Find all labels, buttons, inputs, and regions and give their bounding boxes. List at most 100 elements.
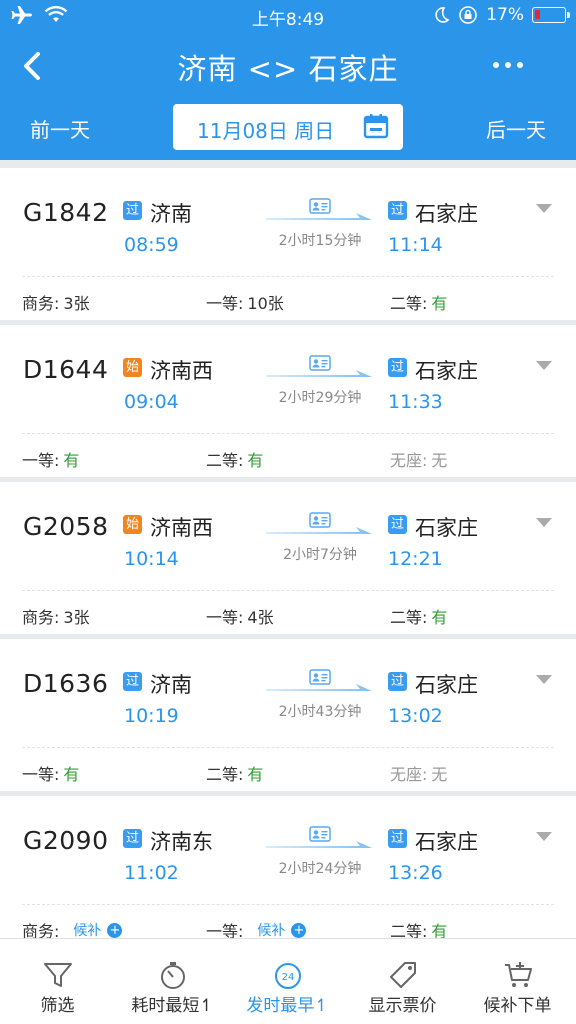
seat-class: 无座: [390,765,428,784]
from-station: 济南东 [150,830,213,854]
id-card-icon [309,669,331,685]
seat-count: 有 [431,608,448,627]
to-station-badge: 过 [388,672,407,691]
seat-count[interactable]: 候补 [257,920,285,940]
date-bar: 前一天 11月08日 周日 后一天 [0,100,576,156]
svg-text:24: 24 [282,972,295,983]
clock-24-icon: 24 [275,963,301,989]
route-arrow-icon [266,684,372,691]
train-number: G2058 [23,512,109,541]
seat-class: 商务: [22,608,60,627]
seat-availability: 二等: 有 [206,761,263,785]
nav-bar: 济南 <> 石家庄 [0,36,576,96]
calendar-icon [363,114,389,139]
rotation-lock-icon [459,6,478,24]
waitlist-plus-icon[interactable]: + [291,922,307,938]
seat-count: 3张 [63,608,90,627]
route-arrow-icon [266,527,372,534]
train-number: D1636 [23,669,109,698]
price-tag-icon [390,962,416,988]
divider [22,276,554,277]
status-bar: 上午8:49 17% [0,0,576,32]
tab-item[interactable]: 24 发时最早↿ [230,939,345,1024]
expand-caret-icon[interactable] [536,204,552,213]
expand-caret-icon[interactable] [536,518,552,527]
seat-count: 有 [247,765,264,784]
to-station-badge: 过 [388,829,407,848]
seat-count: 无 [431,765,448,784]
to-station: 石家庄 [415,673,478,697]
arrival-time: 13:26 [388,862,443,884]
from-station-badge: 过 [123,672,142,691]
moon-icon [435,7,450,23]
to-station-badge: 过 [388,358,407,377]
tab-item[interactable]: 耗时最短↿ [115,939,230,1024]
seat-count: 有 [63,451,80,470]
next-day-button[interactable]: 后一天 [486,114,546,143]
status-right: 17% [434,5,570,25]
battery-level [535,10,540,19]
seat-availability: 一等: 有 [22,761,79,785]
divider [22,747,554,748]
id-card-icon [309,355,331,371]
seat-class: 无座: [390,451,428,470]
more-icon[interactable] [490,50,526,80]
divider [22,590,554,591]
seat-availability: 二等: 有 [390,290,447,314]
date-picker[interactable]: 11月08日 周日 [173,104,403,150]
from-station: 济南西 [150,516,213,540]
seat-availability: 无座: 无 [390,447,447,471]
departure-time: 10:19 [124,705,179,727]
train-card[interactable]: G1842 过济南 08:59 2小时15分钟过石家庄 11:14 商务: 3张 一等: 10张… [0,168,576,320]
arrival-time: 11:14 [388,234,443,256]
seat-count[interactable]: 候补 [73,920,101,940]
tab-item[interactable]: 显示票价 [345,939,460,1024]
battery-percent: 17% [486,5,524,25]
train-card[interactable]: G2058 始济南西 10:14 2小时7分钟 过石家庄 12:21 商务: 3张 一等: 4张 二… [0,482,576,634]
expand-caret-icon[interactable] [536,832,552,841]
seat-availability: 无座: 无 [390,761,447,785]
from-station-badge: 过 [123,829,142,848]
to-station-badge: 过 [388,515,407,534]
tab-label: 发时最早↿ [246,996,329,1016]
seat-class: 二等: [206,451,244,470]
expand-caret-icon[interactable] [536,361,552,370]
to-station-badge: 过 [388,201,407,220]
tab-item[interactable]: 候补下单 [460,939,575,1024]
tab-item[interactable]: 筛选 [0,939,115,1024]
train-card[interactable]: D1644 始济南西 09:04 2小时29分钟过石家庄 11:33 一等: 有二等: 有无座… [0,325,576,477]
divider [22,904,554,905]
tab-label: 筛选 [40,996,75,1016]
train-card[interactable]: G2090 过济南东 11:02 2小时24分钟过石家庄 13:26 商务: 候补 + 一等: 候… [0,796,576,941]
expand-caret-icon[interactable] [536,675,552,684]
train-card[interactable]: D1636 过济南 10:19 2小时43分钟过石家庄 13:02 一等: 有二等: 有无座:… [0,639,576,791]
trip-duration: 2小时43分钟 [278,704,362,720]
to-station: 石家庄 [415,830,478,854]
seat-availability: 二等: 有 [390,604,447,628]
seat-count: 无 [431,451,448,470]
from-station: 济南西 [150,359,213,383]
seat-count: 10张 [247,294,284,313]
train-number: G1842 [23,198,109,227]
seat-count: 4张 [247,608,274,627]
battery-icon [532,7,570,23]
waitlist-plus-icon[interactable]: + [107,922,123,938]
trip-duration: 2小时7分钟 [283,547,357,563]
trip-duration: 2小时29分钟 [278,390,362,406]
date-text: 11月08日 周日 [197,119,335,143]
to-station: 石家庄 [415,202,478,226]
tab-label: 耗时最短↿ [131,996,214,1016]
arrival-time: 12:21 [388,548,443,570]
to-station: 石家庄 [415,359,478,383]
tab-label: 显示票价 [368,996,437,1016]
seat-availability: 一等: 10张 [206,290,284,314]
arrival-time: 11:33 [388,391,443,413]
bottom-tab-bar: 筛选 耗时最短↿ 24 发时最早↿ 显示票价 候补下单 [0,938,576,1024]
to-station: 石家庄 [415,516,478,540]
from-station-badge: 始 [123,515,142,534]
stopwatch-icon [161,962,185,989]
prev-day-button[interactable]: 前一天 [30,114,90,143]
id-card-icon [309,512,331,528]
departure-time: 08:59 [124,234,179,256]
seat-availability: 一等: 4张 [206,604,274,628]
